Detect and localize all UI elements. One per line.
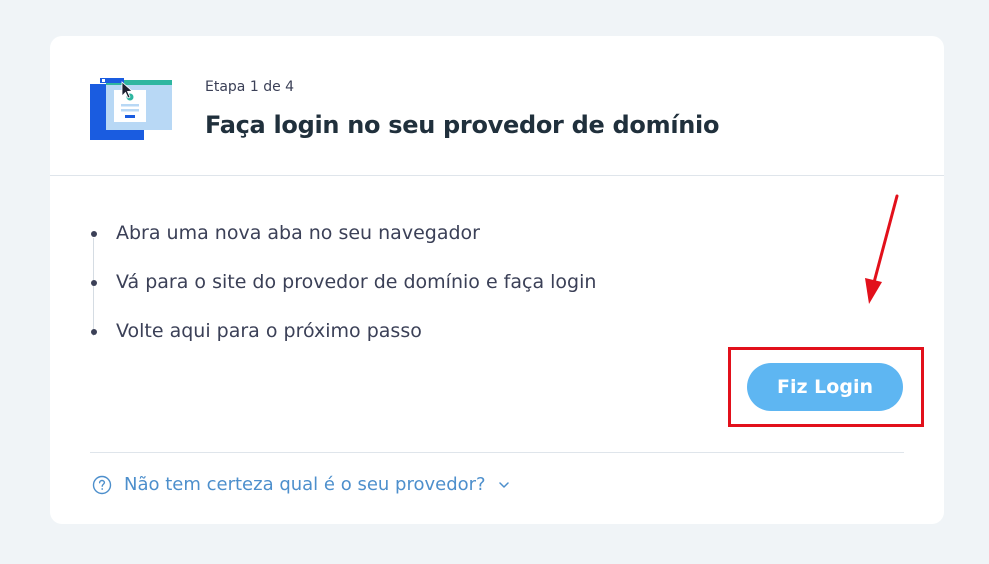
chevron-down-icon	[498, 481, 509, 488]
step-card: Etapa 1 de 4 Faça login no seu provedor …	[50, 36, 944, 524]
card-header: Etapa 1 de 4 Faça login no seu provedor …	[50, 36, 944, 176]
browser-login-illustration	[90, 78, 172, 140]
annotation-arrow	[865, 194, 899, 304]
bullet-dot	[91, 231, 97, 237]
question-circle-icon	[92, 475, 112, 494]
step-text: Abra uma nova aba no seu navegador	[116, 222, 480, 244]
help-link-text: Não tem certeza qual é o seu provedor?	[124, 474, 486, 495]
step-text: Vá para o site do provedor de domínio e …	[116, 271, 597, 293]
steps-connector-line	[93, 238, 94, 336]
step-text: Volte aqui para o próximo passo	[116, 320, 422, 342]
footer-divider	[90, 452, 904, 453]
page-title: Faça login no seu provedor de domínio	[205, 111, 720, 139]
annotation-highlight-box	[728, 347, 924, 427]
bullet-dot	[91, 280, 97, 286]
step-counter: Etapa 1 de 4	[205, 79, 295, 95]
bullet-dot	[91, 329, 97, 335]
provider-help-toggle[interactable]: Não tem certeza qual é o seu provedor?	[92, 474, 510, 495]
